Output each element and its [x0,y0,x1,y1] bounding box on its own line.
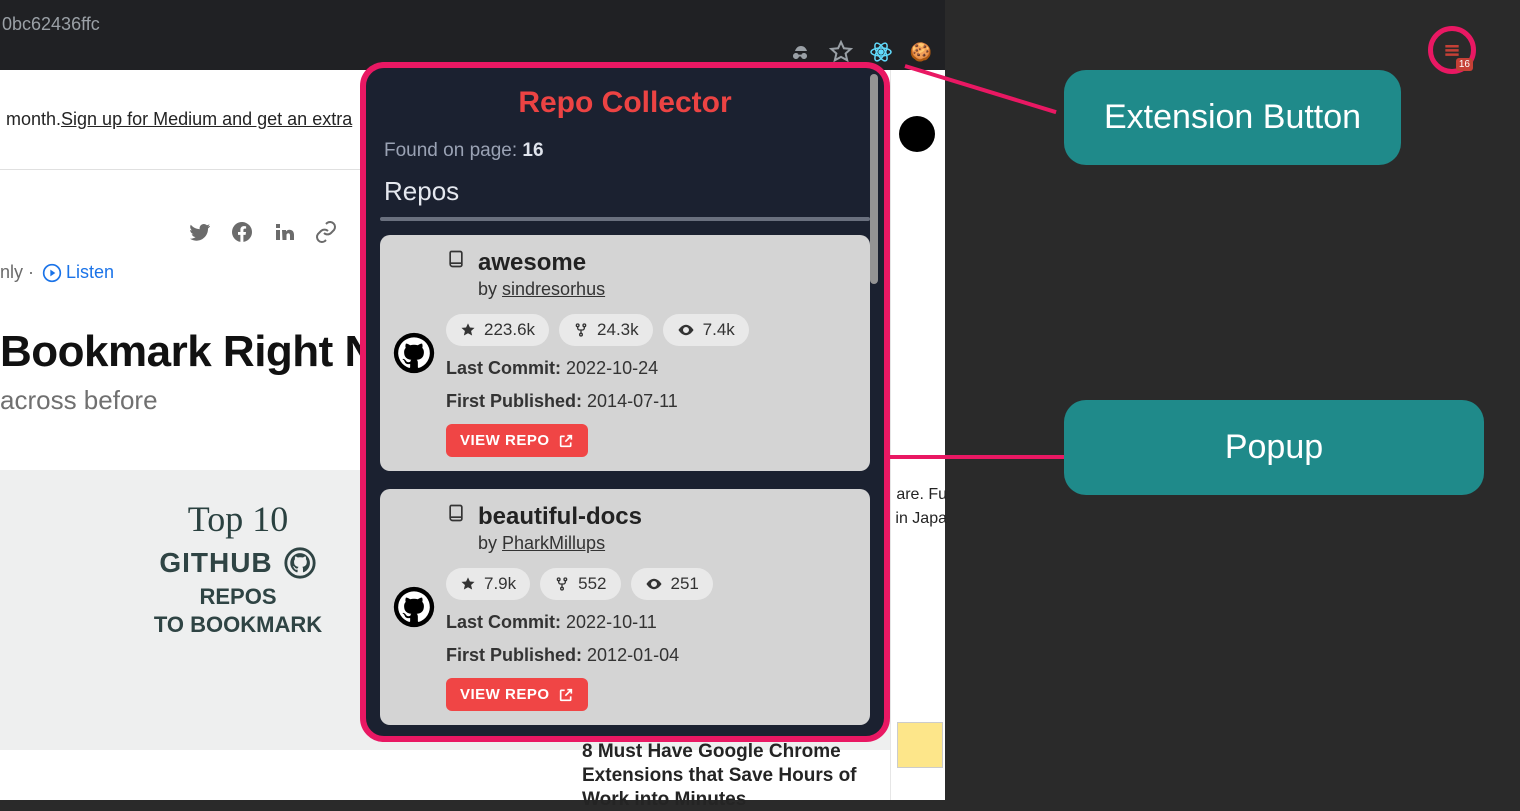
last-commit-value: 2022-10-11 [566,612,657,632]
stars-value: 223.6k [484,320,535,340]
watchers-value: 7.4k [703,320,735,340]
forks-pill: 552 [540,568,620,600]
hero-overlay-text: Top 10 GITHUB REPOS TO BOOKMARK [138,498,338,638]
view-repo-label: VIEW REPO [460,432,550,449]
popup-divider [380,217,870,221]
repo-card: awesome by sindresorhus 223.6k 24.3k [380,235,870,471]
repo-icon [446,503,466,523]
view-repo-label: VIEW REPO [460,686,550,703]
emoji-ext-icon[interactable]: 🍪 [909,40,933,64]
last-commit-row: Last Commit: 2022-10-24 [446,358,858,379]
stars-pill: 7.9k [446,568,530,600]
repo-header: awesome by sindresorhus [446,249,858,300]
repo-card-body: beautiful-docs by PharkMillups 7.9k 552 [446,503,858,711]
first-published-label: First Published: [446,391,582,411]
forks-pill: 24.3k [559,314,653,346]
last-commit-label: Last Commit: [446,358,561,378]
repo-stats-row: 223.6k 24.3k 7.4k [446,314,858,346]
by-label: by [478,279,497,299]
stars-value: 7.9k [484,574,516,594]
popup-title: Repo Collector [366,68,884,126]
repo-author-row: by PharkMillups [478,533,642,554]
by-label: by [478,533,497,553]
linkedin-icon[interactable] [272,220,296,244]
sidebar-thumbnail [897,722,943,768]
extension-badge: 16 [1456,58,1473,71]
watchers-value: 251 [671,574,699,594]
repo-header: beautiful-docs by PharkMillups [446,503,858,554]
callout-popup: Popup [1064,400,1484,495]
banner-text: month. [6,109,61,130]
first-published-row: First Published: 2012-01-04 [446,645,858,666]
watchers-pill: 7.4k [663,314,749,346]
last-commit-label: Last Commit: [446,612,561,632]
banner-link[interactable]: Sign up for Medium and get an extra [61,109,352,130]
listen-label: Listen [66,262,114,283]
stars-pill: 223.6k [446,314,549,346]
callout-extension-button: Extension Button [1064,70,1401,165]
repo-author[interactable]: PharkMillups [502,533,605,553]
sidebar-text-1: are. Fu [896,486,947,504]
extension-button[interactable]: 16 [1428,26,1476,74]
popup-scrollbar[interactable] [870,74,878,284]
repo-card: beautiful-docs by PharkMillups 7.9k 552 [380,489,870,725]
incognito-icon[interactable] [789,40,813,64]
repo-card-body: awesome by sindresorhus 223.6k 24.3k [446,249,858,457]
first-published-label: First Published: [446,645,582,665]
repo-name[interactable]: beautiful-docs [478,503,642,531]
hero-tobookmark: TO BOOKMARK [138,612,338,638]
sidebar-peek: are. Fu in Japa [890,70,945,800]
github-logo-icon [392,585,436,629]
hero-github-line: GITHUB [138,546,338,580]
react-devtools-icon[interactable] [869,40,893,64]
browser-chrome: 0bc62436ffc 🍪 [0,0,945,70]
popup-found-count: 16 [522,140,543,161]
forks-value: 552 [578,574,606,594]
extension-popup: Repo Collector Found on page: 16 Repos a… [360,62,890,742]
members-only-text: nly · [0,262,34,283]
last-commit-value: 2022-10-24 [566,358,658,378]
popup-section-heading: Repos [366,162,884,211]
sidebar-text-2: in Japa [895,510,947,528]
annotation-line-popup [886,455,1064,459]
listen-button[interactable]: Listen [42,262,114,283]
hero-github-text: GITHUB [159,547,272,579]
hero-top10: Top 10 [138,498,338,540]
popup-found-row: Found on page: 16 [366,126,884,162]
last-commit-row: Last Commit: 2022-10-11 [446,612,858,633]
facebook-icon[interactable] [230,220,254,244]
repo-name[interactable]: awesome [478,249,605,277]
forks-value: 24.3k [597,320,639,340]
view-repo-button[interactable]: VIEW REPO [446,678,588,711]
address-bar-fragment: 0bc62436ffc [0,14,100,35]
first-published-value: 2014-07-11 [587,391,678,411]
link-icon[interactable] [314,220,338,244]
popup-found-label: Found on page: [384,140,522,161]
hero-repos: REPOS [138,584,338,610]
first-published-row: First Published: 2014-07-11 [446,391,858,412]
sidebar-avatar [899,116,935,152]
first-published-value: 2012-01-04 [587,645,679,665]
view-repo-button[interactable]: VIEW REPO [446,424,588,457]
github-logo-icon [392,331,436,375]
twitter-icon[interactable] [188,220,212,244]
repo-author[interactable]: sindresorhus [502,279,605,299]
watchers-pill: 251 [631,568,713,600]
extension-icons-row: 🍪 [789,40,933,64]
repo-stats-row: 7.9k 552 251 [446,568,858,600]
repo-author-row: by sindresorhus [478,279,605,300]
bookmark-star-icon[interactable] [829,40,853,64]
related-story-title[interactable]: 8 Must Have Google Chrome Extensions tha… [582,740,892,811]
repo-icon [446,249,466,269]
